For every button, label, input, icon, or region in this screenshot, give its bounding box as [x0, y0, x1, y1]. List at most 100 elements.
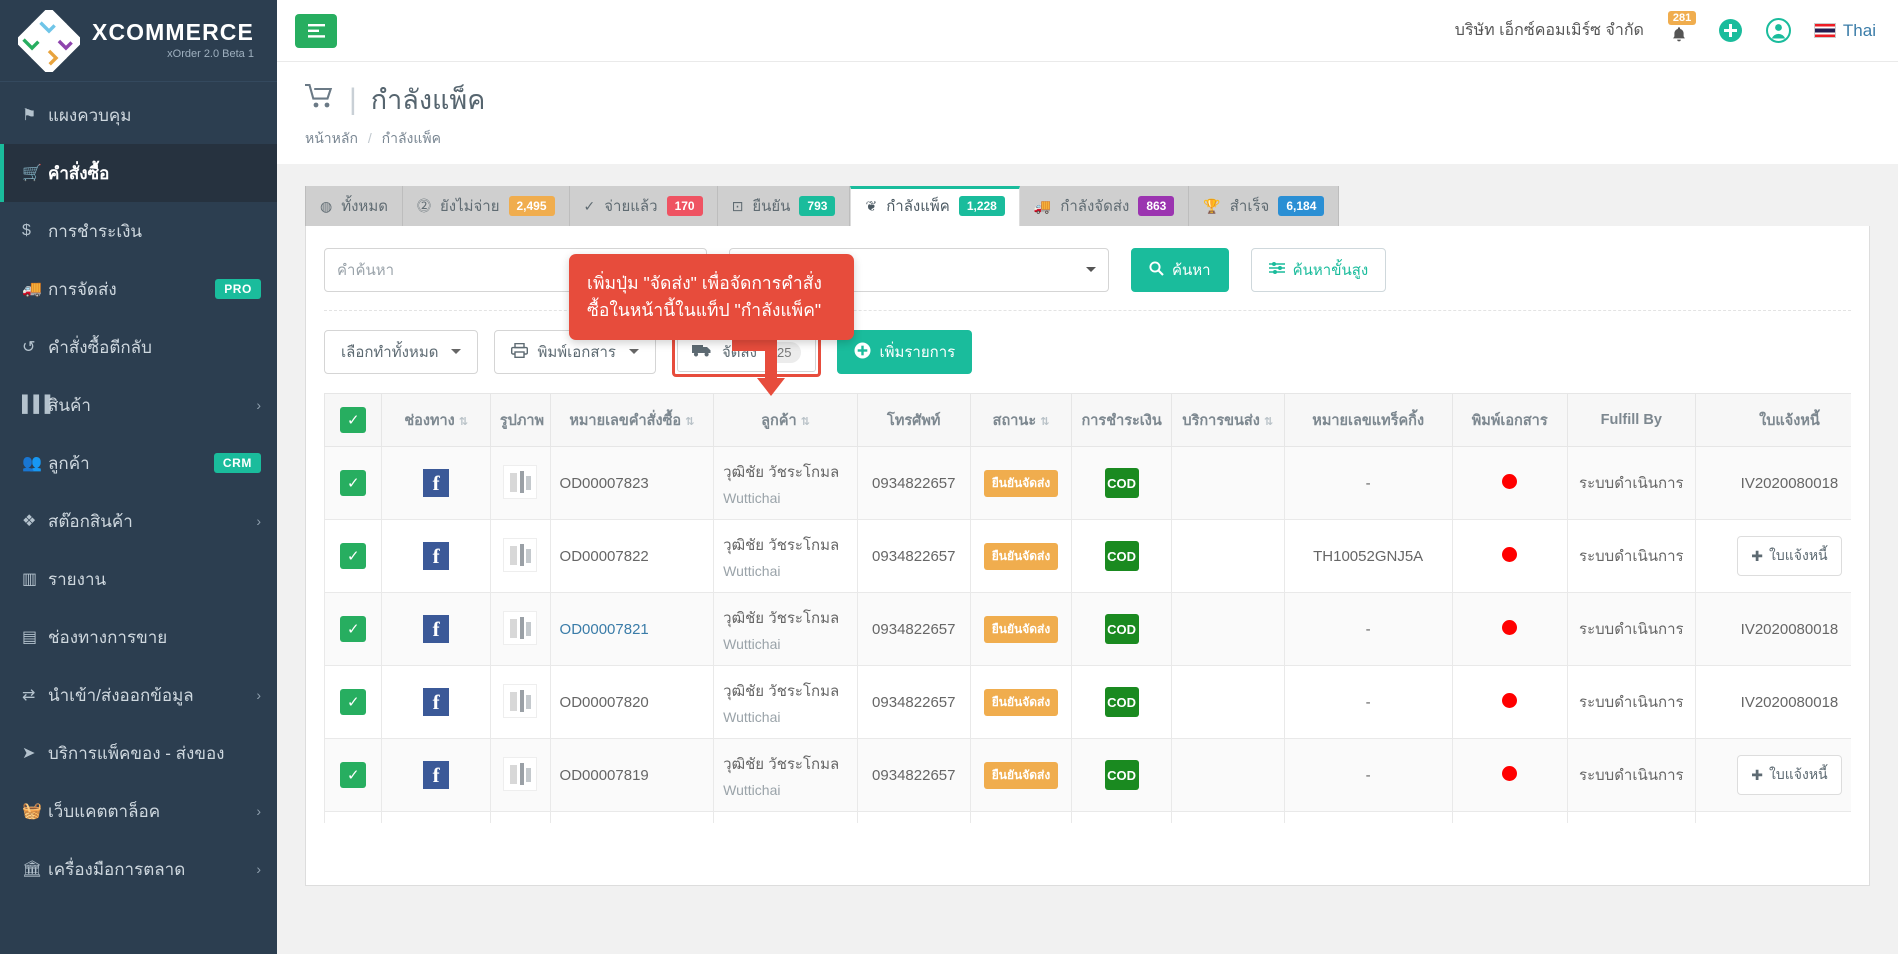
sidebar-item-5[interactable]: ▌▌▌ สินค้า › [0, 376, 277, 434]
tab-4[interactable]: ❦ กำลังแพ็ค 1,228 [850, 186, 1020, 226]
add-button[interactable] [1718, 18, 1744, 44]
row-checkbox-cell[interactable]: ✓ [324, 519, 383, 593]
row-print-cell[interactable] [1451, 738, 1568, 812]
sidebar-item-7[interactable]: ❖ สต๊อกสินค้า › [0, 492, 277, 550]
sidebar-item-badge: PRO [215, 279, 261, 299]
row-order-number-cell[interactable]: OD00007823 [549, 446, 715, 520]
table-row[interactable]: ✓ f OD00007819 วุฒิชัย วัชระโกมล Wuttichai 09… [324, 738, 1851, 812]
row-fulfill-cell: ระบบดำเนินการ [1566, 519, 1696, 593]
sidebar-item-2[interactable]: $ การชำระเงิน [0, 202, 277, 260]
title-divider: | [349, 82, 357, 116]
column-header-1[interactable]: ช่องทาง ⇅ [381, 393, 491, 447]
brand-logo-area[interactable]: XCOMMERCE xOrder 2.0 Beta 1 [0, 0, 277, 82]
row-print-cell[interactable] [1451, 811, 1568, 823]
customer-name: วุฒิชัย วัชระโกมล [723, 537, 840, 554]
row-print-cell[interactable] [1451, 665, 1568, 739]
sidebar-item-12[interactable]: 🧺 เว็บแคตตาล็อค › [0, 782, 277, 840]
row-print-cell[interactable] [1451, 519, 1568, 593]
column-header-label: Fulfill By [1600, 412, 1662, 428]
sidebar-item-9[interactable]: ▤ ช่องทางการขาย [0, 608, 277, 666]
notifications-button[interactable]: 281 [1666, 10, 1697, 49]
sidebar-item-3[interactable]: 🚚 การจัดส่ง PRO [0, 260, 277, 318]
sort-icon[interactable]: ⇅ [801, 416, 810, 428]
breadcrumb: หน้าหลัก / กำลังแพ็ค [305, 128, 1870, 150]
sidebar-item-0[interactable]: ⚑ แผงควบคุม [0, 86, 277, 144]
box-icon: ❦ [865, 197, 878, 214]
row-order-number-cell[interactable]: OD00007821 [549, 592, 715, 666]
row-invoice-cell[interactable]: ✚ ใบแจ้งหนี้ [1694, 519, 1851, 593]
sidebar-item-13[interactable]: 🏛 เครื่องมือการตลาด › [0, 840, 277, 898]
column-header-8[interactable]: บริการขนส่ง ⇅ [1170, 393, 1285, 447]
tab-5[interactable]: 🚚 กำลังจัดส่ง 863 [1019, 186, 1190, 226]
row-invoice-cell[interactable]: IV2020080018 [1694, 446, 1851, 520]
checkbox-checked-icon[interactable]: ✓ [340, 689, 367, 715]
sidebar-item-10[interactable]: ⇄ นำเข้า/ส่งออกข้อมูล › [0, 666, 277, 724]
sidebar-item-6[interactable]: 👥 ลูกค้า CRM [0, 434, 277, 492]
row-print-cell[interactable] [1451, 592, 1568, 666]
row-checkbox-cell[interactable]: ✓ [324, 738, 383, 812]
checkbox-checked-icon[interactable]: ✓ [340, 407, 367, 433]
table-row[interactable]: ✓ f OD00007823 วุฒิชัย วัชระโกมล Wuttichai 09… [324, 446, 1851, 520]
tab-3[interactable]: ⊡ ยืนยัน 793 [717, 186, 851, 226]
search-button[interactable]: ค้นหา [1131, 248, 1229, 292]
order-number-link[interactable]: OD00007819 [560, 767, 649, 784]
row-checkbox-cell[interactable]: ✓ [324, 592, 383, 666]
tab-6[interactable]: 🏆 สำเร็จ 6,184 [1189, 186, 1340, 226]
column-header-4[interactable]: ลูกค้า ⇅ [713, 393, 858, 447]
sidebar-item-4[interactable]: ↺ คำสั่งซื้อตีกลับ [0, 318, 277, 376]
row-invoice-cell[interactable]: IV2020080018 [1694, 665, 1851, 739]
table-row[interactable]: ✓ f OD00007820 วุฒิชัย วัชระโกมล Wuttichai 09… [324, 665, 1851, 739]
customer-name: วุฒิชัย วัชระโกมล [723, 610, 840, 627]
order-number-link[interactable]: OD00007823 [560, 475, 649, 492]
checkbox-checked-icon[interactable]: ✓ [340, 616, 367, 642]
sort-icon[interactable]: ⇅ [459, 416, 468, 428]
row-carrier-cell [1170, 811, 1285, 823]
bulk-action-dropdown[interactable]: เลือกทำทั้งหมด [324, 330, 479, 374]
row-order-number-cell[interactable]: OD00007688 [549, 811, 715, 823]
breadcrumb-item-home[interactable]: หน้าหลัก [305, 130, 358, 146]
add-order-button[interactable]: เพิ่มรายการ [837, 330, 973, 374]
order-number-link[interactable]: OD00007821 [560, 621, 649, 638]
language-switcher[interactable]: Thai [1813, 21, 1876, 41]
orders-table-container[interactable]: ✓ ช่องทาง ⇅ รูปภาพ หมายเลขคำสั่งซื้อ ⇅ ลูกค้า ⇅… [324, 393, 1851, 823]
tab-2[interactable]: ✓ จ่ายแล้ว 170 [569, 186, 718, 226]
sidebar-item-11[interactable]: ➤ บริการแพ็คของ - ส่งของ [0, 724, 277, 782]
row-thumbnail-cell [489, 738, 551, 812]
order-number-link[interactable]: OD00007822 [560, 548, 649, 565]
table-row[interactable]: ✓f OD00007688อสมา เจริญสุขTest0855605139ย… [324, 811, 1851, 823]
checkbox-checked-icon[interactable]: ✓ [340, 470, 367, 496]
sort-icon[interactable]: ⇅ [685, 416, 694, 428]
create-invoice-button[interactable]: ✚ ใบแจ้งหนี้ [1737, 755, 1842, 795]
sidebar-toggle-button[interactable] [295, 13, 337, 48]
row-checkbox-cell[interactable]: ✓ [324, 446, 383, 520]
row-print-cell[interactable] [1451, 446, 1568, 520]
user-account-button[interactable] [1766, 18, 1792, 44]
row-order-number-cell[interactable]: OD00007819 [549, 738, 715, 812]
row-invoice-cell[interactable]: IV20200530 [1694, 811, 1851, 823]
row-order-number-cell[interactable]: OD00007820 [549, 665, 715, 739]
sidebar-item-8[interactable]: ▥ รายงาน [0, 550, 277, 608]
order-number-link[interactable]: OD00007820 [560, 694, 649, 711]
row-status-cell: ยืนยันจัดส่ง [969, 665, 1073, 739]
row-checkbox-cell[interactable]: ✓ [324, 811, 383, 823]
advanced-search-button[interactable]: ค้นหาขั้นสูง [1250, 248, 1387, 292]
sidebar-item-1[interactable]: 🛒 คำสั่งซื้อ [0, 144, 277, 202]
row-invoice-cell[interactable]: ✚ ใบแจ้งหนี้ [1694, 738, 1851, 812]
sort-icon[interactable]: ⇅ [1040, 416, 1049, 428]
checkbox-checked-icon[interactable]: ✓ [340, 543, 367, 569]
create-invoice-button[interactable]: ✚ ใบแจ้งหนี้ [1737, 536, 1842, 576]
column-header-3[interactable]: หมายเลขคำสั่งซื้อ ⇅ [549, 393, 715, 447]
tab-1[interactable]: ⓶ ยังไม่จ่าย 2,495 [402, 186, 570, 226]
table-row[interactable]: ✓ f OD00007821 วุฒิชัย วัชระโกมล Wuttichai 09… [324, 592, 1851, 666]
sort-icon[interactable]: ⇅ [1264, 416, 1273, 428]
row-checkbox-cell[interactable]: ✓ [324, 665, 383, 739]
product-thumb-icon [503, 684, 538, 718]
column-header-label: หมายเลขแทร็คกิ้ง [1312, 412, 1425, 429]
table-row[interactable]: ✓ f OD00007822 วุฒิชัย วัชระโกมล Wuttichai 09… [324, 519, 1851, 593]
checkbox-checked-icon[interactable]: ✓ [340, 762, 367, 788]
truck-icon: 🚚 [1033, 197, 1052, 214]
column-header-6[interactable]: สถานะ ⇅ [969, 393, 1073, 447]
row-order-number-cell[interactable]: OD00007822 [549, 519, 715, 593]
row-invoice-cell[interactable]: IV2020080018 [1694, 592, 1851, 666]
tab-0[interactable]: ◍ ทั้งหมด [305, 186, 403, 226]
